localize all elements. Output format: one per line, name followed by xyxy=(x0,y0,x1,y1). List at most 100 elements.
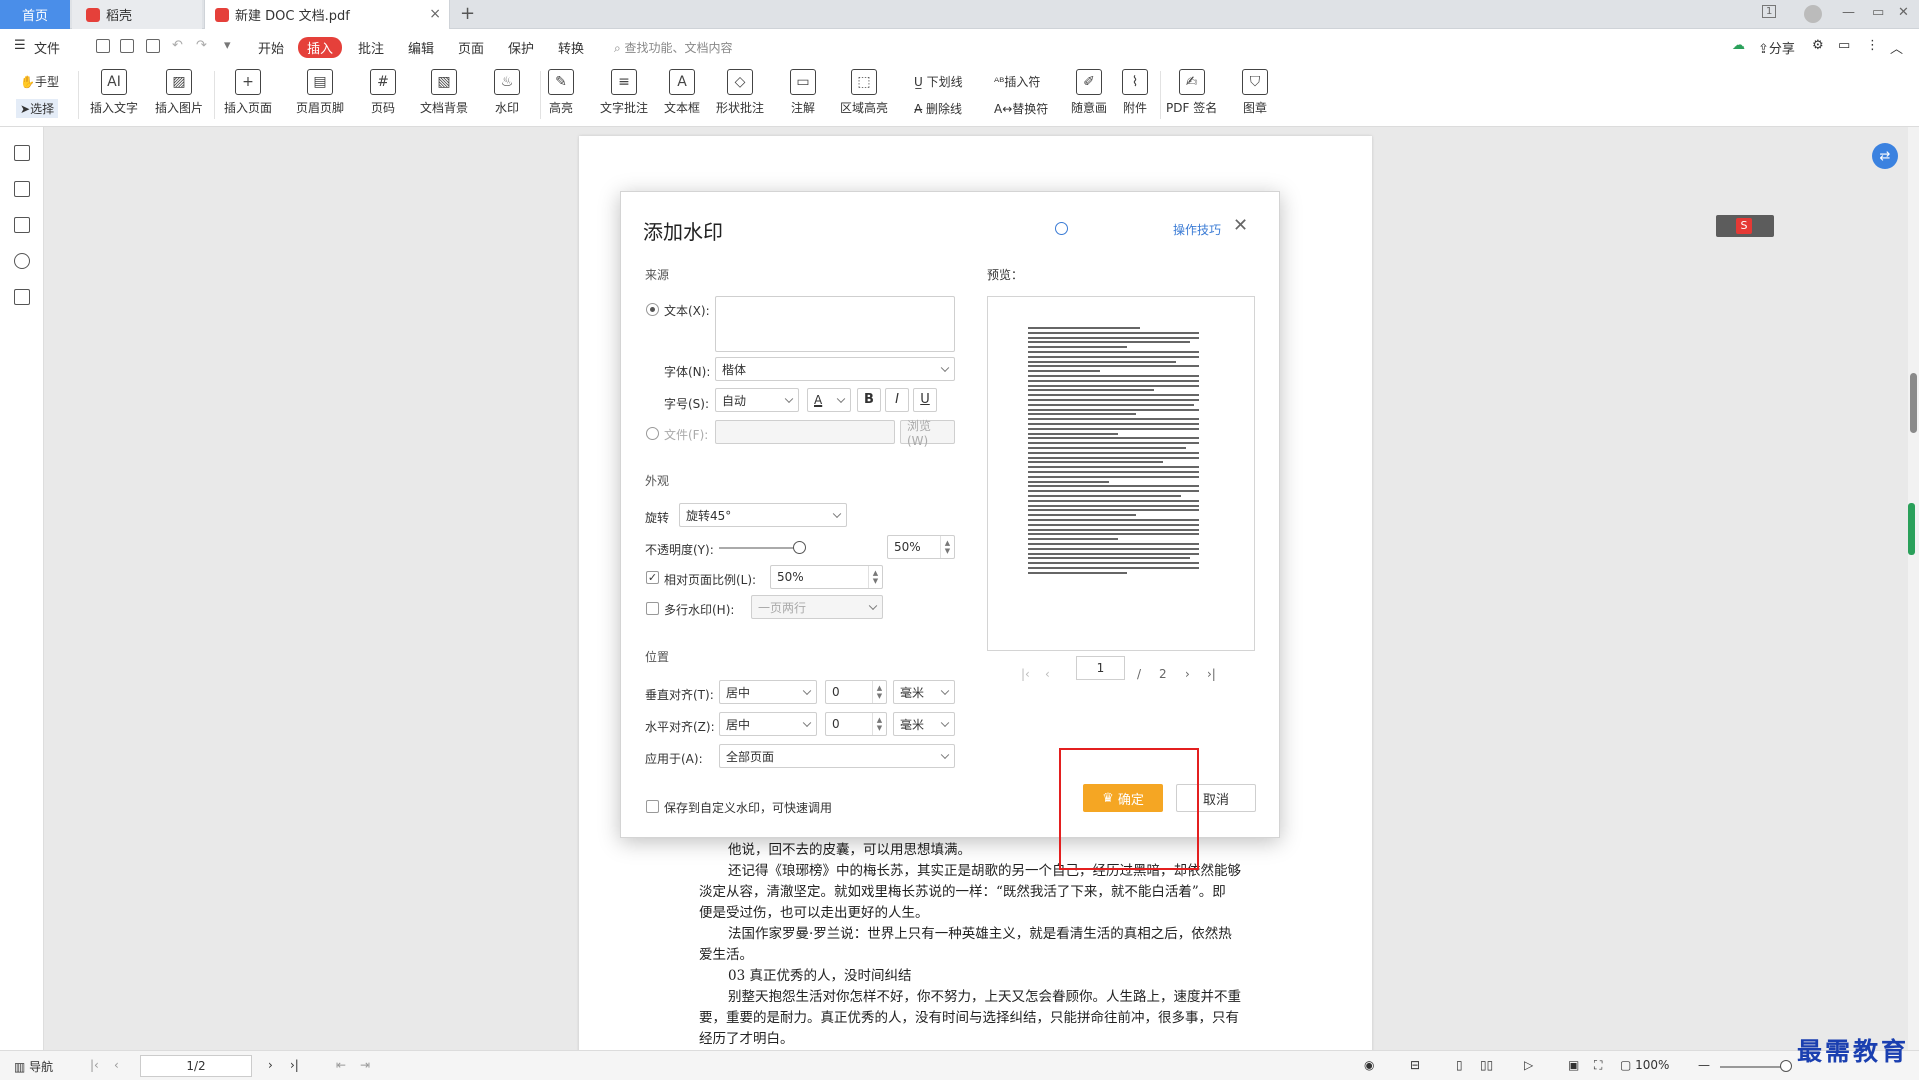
page-indicator[interactable]: 1/2 xyxy=(140,1055,252,1077)
doc-background-button[interactable]: ▧ 文档背景 xyxy=(420,69,468,116)
actual-size-icon[interactable]: ▣ xyxy=(1568,1058,1579,1072)
area-highlight-button[interactable]: ⬚ 区域高亮 xyxy=(840,69,888,116)
menu-comment[interactable]: 批注 xyxy=(358,38,384,57)
single-page-icon[interactable]: ▯ xyxy=(1456,1058,1463,1072)
insert-image-button[interactable]: ▨ 插入图片 xyxy=(155,69,203,116)
hamburger-icon[interactable]: ☰ xyxy=(14,38,26,53)
save-custom-checkbox[interactable] xyxy=(646,800,659,813)
minimize-icon[interactable]: — xyxy=(1842,5,1855,20)
page-number-button[interactable]: # 页码 xyxy=(370,69,396,116)
menu-start[interactable]: 开始 xyxy=(258,38,284,57)
menu-convert[interactable]: 转换 xyxy=(558,38,584,57)
zoom-out-icon[interactable]: — xyxy=(1698,1058,1710,1072)
comment-icon[interactable] xyxy=(14,217,30,233)
dialog-close-icon[interactable]: ✕ xyxy=(1233,215,1248,236)
halign-select[interactable]: 居中 xyxy=(719,712,817,736)
ime-toolbar[interactable]: S xyxy=(1716,215,1774,237)
more-quick-icon[interactable]: ▾ xyxy=(224,38,231,53)
header-footer-button[interactable]: ▤ 页眉页脚 xyxy=(296,69,344,116)
watermark-button[interactable]: ♨ 水印 xyxy=(494,69,520,116)
relative-scale-checkbox[interactable]: ✓ xyxy=(646,571,659,584)
eye-protect-icon[interactable]: ◉ xyxy=(1364,1058,1374,1072)
bookmark-icon[interactable] xyxy=(14,145,30,161)
file-radio[interactable] xyxy=(646,427,659,440)
opacity-slider-knob[interactable] xyxy=(793,541,806,554)
floating-convert-icon[interactable]: ⇄ xyxy=(1872,143,1898,169)
prev-page-icon[interactable]: ‹ xyxy=(1045,667,1050,681)
signature-panel-icon[interactable] xyxy=(14,289,30,305)
fit-width-icon[interactable]: ⊟ xyxy=(1410,1058,1420,1072)
shape-comment-button[interactable]: ◇ 形状批注 xyxy=(716,69,764,116)
apply-select[interactable]: 全部页面 xyxy=(719,744,955,768)
collapse-ribbon-icon[interactable]: ︿ xyxy=(1890,38,1903,57)
zoom-select[interactable]: ▢ 100% xyxy=(1620,1058,1669,1072)
font-select[interactable]: 楷体 xyxy=(715,357,955,381)
attachment-button[interactable]: ⌇ 附件 xyxy=(1122,69,1148,116)
hand-tool[interactable]: ✋手型 xyxy=(20,73,59,90)
settings-gear-icon[interactable]: ⚙ xyxy=(1812,38,1824,53)
menu-insert[interactable]: 插入 xyxy=(298,37,343,58)
tips-link[interactable]: 操作技巧 xyxy=(1173,221,1221,238)
strikethrough-button[interactable]: A̶ 删除线 xyxy=(914,100,962,117)
relative-scale-stepper[interactable]: ▲ ▼ xyxy=(868,566,882,588)
annotation-button[interactable]: ▭ 注解 xyxy=(790,69,816,116)
select-tool[interactable]: ➤选择 xyxy=(16,99,59,118)
last-page-icon[interactable]: ›| xyxy=(1207,667,1216,681)
nav-button[interactable]: ▥ 导航 xyxy=(14,1058,53,1075)
menu-edit[interactable]: 编辑 xyxy=(408,38,434,57)
halign-offset-stepper[interactable]: ▲ ▼ xyxy=(872,713,886,735)
pdf-sign-button[interactable]: ✍ PDF 签名 xyxy=(1166,69,1217,116)
opacity-stepper[interactable]: ▲ ▼ xyxy=(940,536,954,558)
opacity-slider-track[interactable] xyxy=(719,547,801,549)
italic-button[interactable]: I xyxy=(885,388,909,412)
first-page-icon[interactable]: |‹ xyxy=(1021,667,1030,681)
menu-file[interactable]: 文件 xyxy=(34,38,60,57)
tab-home[interactable]: 首页 xyxy=(0,0,70,29)
share-button[interactable]: ⇪分享 xyxy=(1758,38,1795,57)
last-page-icon[interactable]: ›| xyxy=(290,1058,299,1072)
multiline-checkbox[interactable] xyxy=(646,602,659,615)
text-radio[interactable] xyxy=(646,303,659,316)
valign-unit-select[interactable]: 毫米 xyxy=(893,680,955,704)
print-icon[interactable] xyxy=(146,39,160,53)
fit-page-icon[interactable]: ⛶ xyxy=(1594,1058,1602,1073)
opacity-input[interactable]: 50% ▲ ▼ xyxy=(887,535,955,559)
user-avatar[interactable] xyxy=(1804,5,1822,23)
tab-close-icon[interactable]: × xyxy=(429,6,441,22)
feedback-icon[interactable]: ▭ xyxy=(1838,38,1850,53)
halign-offset-input[interactable]: 0 ▲ ▼ xyxy=(825,712,887,736)
more-menu-icon[interactable]: ⋮ xyxy=(1866,38,1879,53)
redo-icon[interactable]: ↷ xyxy=(196,38,207,53)
first-page-icon[interactable]: |‹ xyxy=(90,1058,99,1072)
rotate-select[interactable]: 旋转45° xyxy=(679,503,847,527)
insert-page-button[interactable]: + 插入页面 xyxy=(224,69,272,116)
underline-button[interactable]: U̲ 下划线 xyxy=(914,73,963,90)
text-comment-button[interactable]: ≡ 文字批注 xyxy=(600,69,648,116)
freehand-button[interactable]: ✐ 随意画 xyxy=(1071,69,1107,116)
size-select[interactable]: 自动 xyxy=(715,388,799,412)
valign-offset-input[interactable]: 0 ▲ ▼ xyxy=(825,680,887,704)
next-page-icon[interactable]: › xyxy=(268,1058,273,1072)
scrollbar-thumb[interactable] xyxy=(1910,373,1917,433)
tab-document[interactable]: 新建 DOC 文档.pdf × xyxy=(204,0,450,29)
insert-char-button[interactable]: ᴬᴮ插入符 xyxy=(994,73,1040,90)
relative-scale-input[interactable]: 50% ▲ ▼ xyxy=(770,565,883,589)
multiline-select[interactable]: 一页两行 xyxy=(751,595,883,619)
file-path-input[interactable] xyxy=(715,420,895,444)
undo-icon[interactable]: ↶ xyxy=(172,38,183,53)
search-input[interactable]: ⌕ 查找功能、文档内容 xyxy=(614,39,733,56)
menu-protect[interactable]: 保护 xyxy=(508,38,534,57)
halign-unit-select[interactable]: 毫米 xyxy=(893,712,955,736)
open-folder-icon[interactable] xyxy=(96,39,110,53)
double-page-icon[interactable]: ▯▯ xyxy=(1480,1058,1493,1072)
play-slideshow-icon[interactable]: ▷ xyxy=(1524,1058,1533,1072)
window-close-icon[interactable]: ✕ xyxy=(1898,5,1909,20)
restore-icon[interactable]: ▭ xyxy=(1872,5,1884,20)
valign-offset-stepper[interactable]: ▲ ▼ xyxy=(872,681,886,703)
menu-page[interactable]: 页面 xyxy=(458,38,484,57)
vertical-scrollbar[interactable] xyxy=(1908,127,1919,1050)
tab-daoke[interactable]: 稻壳 xyxy=(72,0,202,29)
thumbnail-icon[interactable] xyxy=(14,181,30,197)
watermark-text-input[interactable] xyxy=(715,296,955,352)
insert-text-button[interactable]: AI 插入文字 xyxy=(90,69,138,116)
